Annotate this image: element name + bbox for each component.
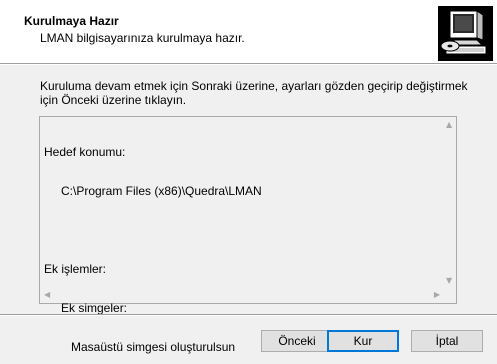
instruction-text: Kuruluma devam etmek için Sonraki üzerin… (40, 79, 468, 107)
back-button[interactable]: Önceki (261, 330, 333, 352)
summary-text: Hedef konumu: C:\Program Files (x86)\Que… (44, 120, 434, 364)
scrollbar-corner (443, 288, 455, 302)
scroll-down-icon[interactable]: ▼ (446, 277, 452, 285)
dest-label: Hedef konumu: (44, 145, 126, 159)
horizontal-scrollbar[interactable]: ◀ ▶ (41, 288, 443, 302)
page-title: Kurulmaya Hazır (24, 14, 119, 28)
tasks-label: Ek işlemler: (44, 262, 107, 276)
cancel-button[interactable]: İptal (411, 330, 483, 352)
header-separator (0, 63, 497, 65)
summary-memo[interactable]: Hedef konumu: C:\Program Files (x86)\Que… (39, 116, 457, 354)
vertical-scrollbar[interactable]: ▲ ▼ (443, 118, 455, 288)
page-subtitle: LMAN bilgisayarınıza kurulmaya hazır. (40, 31, 245, 45)
scroll-up-icon[interactable]: ▲ (446, 121, 452, 129)
footer-separator (0, 314, 497, 316)
scroll-left-icon[interactable]: ◀ (44, 291, 50, 299)
computer-install-icon (438, 6, 493, 61)
dest-value: C:\Program Files (x86)\Quedra\LMAN (61, 184, 262, 198)
wizard-header: Kurulmaya Hazır LMAN bilgisayarınıza kur… (0, 0, 497, 63)
setup-wizard-window: Kurulmaya Hazır LMAN bilgisayarınıza kur… (0, 0, 497, 364)
install-button[interactable]: Kur (327, 330, 399, 352)
scroll-right-icon[interactable]: ▶ (434, 291, 440, 299)
